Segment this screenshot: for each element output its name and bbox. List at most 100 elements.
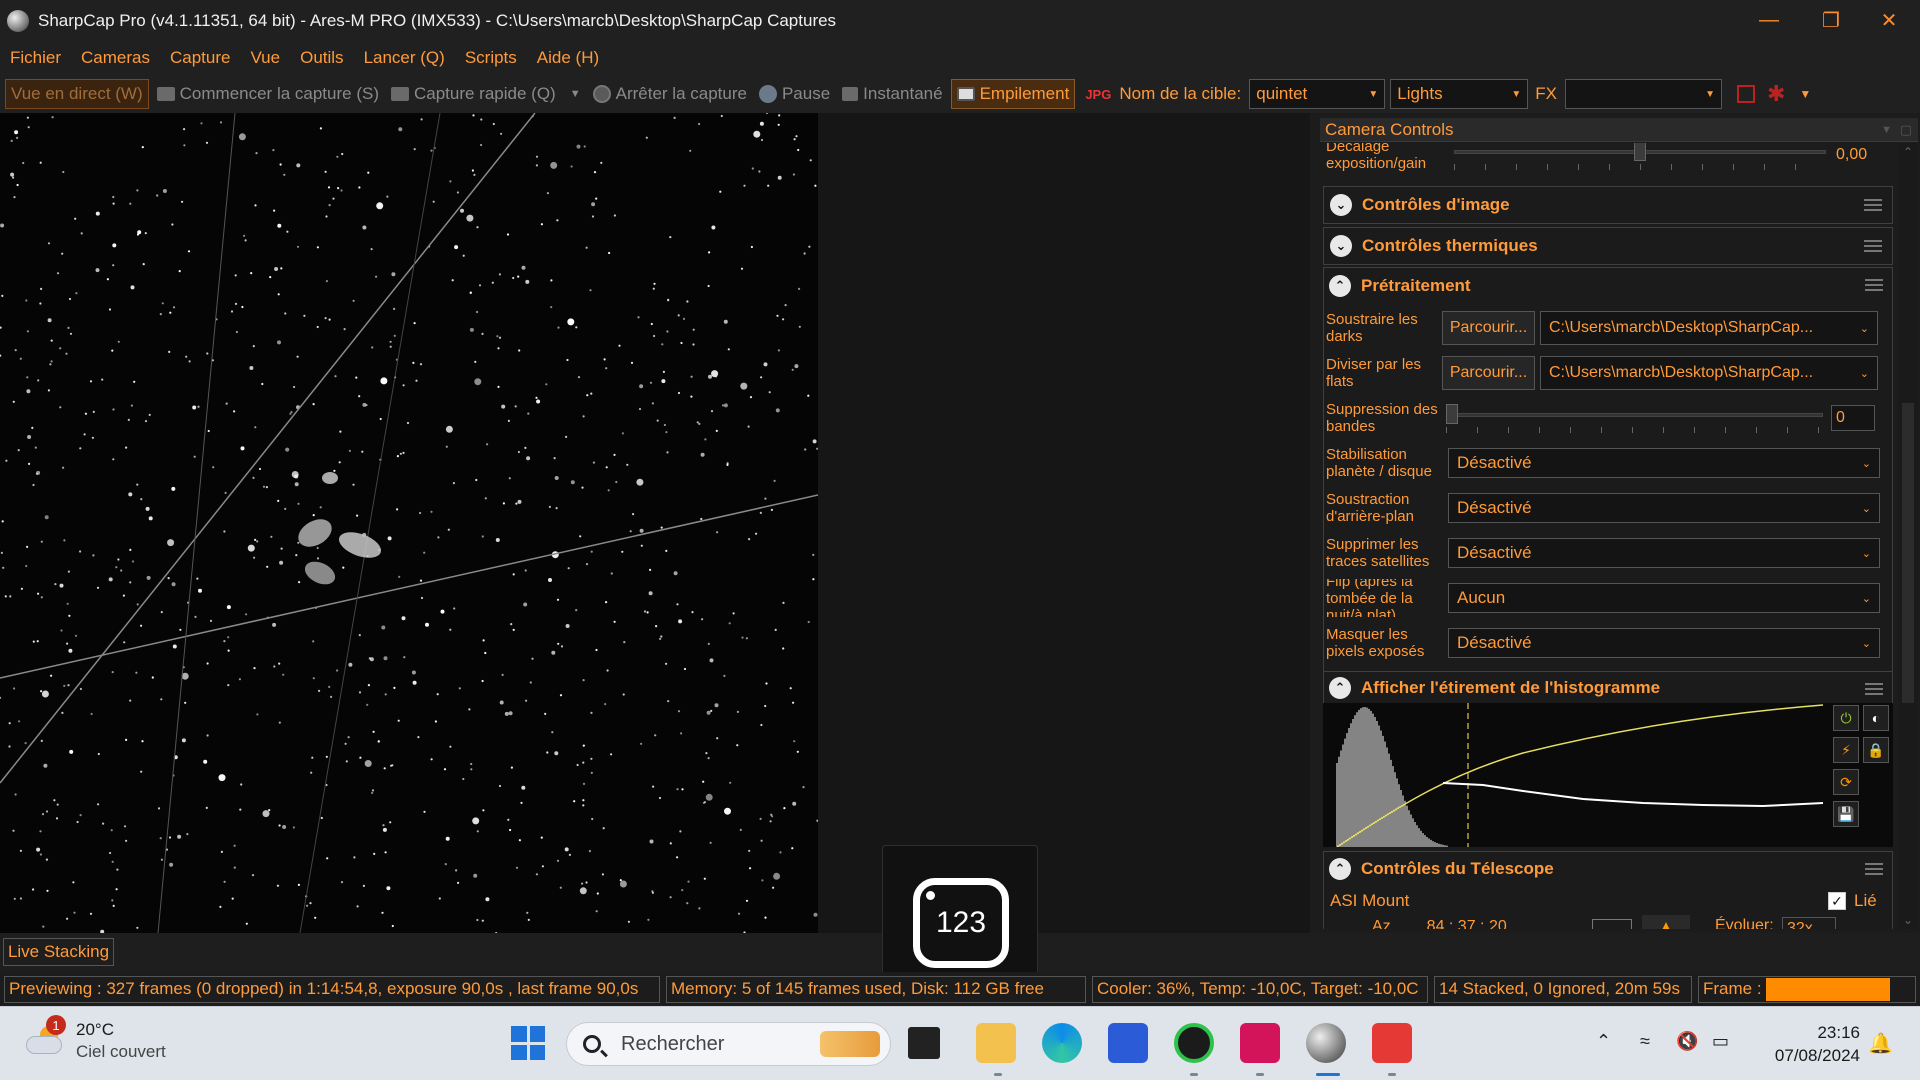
chevron-down-icon[interactable]: ▼: [1881, 124, 1892, 136]
speaker-muted-icon[interactable]: 🔇: [1676, 1031, 1698, 1052]
nudge-west-button[interactable]: [1592, 919, 1632, 929]
banding-value-input[interactable]: 0: [1831, 405, 1875, 431]
chevron-down-icon[interactable]: ⌄: [1330, 235, 1352, 257]
browse-darks-button[interactable]: Parcourir...: [1442, 311, 1535, 345]
stop-capture-button[interactable]: Arrêter la capture: [589, 79, 751, 109]
chevron-down-icon[interactable]: ⌄: [1330, 194, 1352, 216]
phd2-guiding-icon[interactable]: [1174, 1023, 1214, 1063]
crosshair-icon[interactable]: ✱: [1767, 81, 1785, 107]
quick-capture-button[interactable]: Capture rapide (Q) ▼: [387, 79, 585, 109]
snapshot-button[interactable]: Instantané: [838, 79, 946, 109]
battery-icon[interactable]: ▭: [1712, 1031, 1729, 1052]
banding-slider[interactable]: [1446, 403, 1823, 433]
start-capture-button[interactable]: Commencer la capture (S): [153, 79, 383, 109]
menu-cameras[interactable]: Cameras: [71, 48, 160, 68]
offset-value[interactable]: 0,00: [1836, 146, 1867, 164]
nudge-north-button[interactable]: ▲: [1642, 915, 1690, 929]
background-combo[interactable]: Désactivé ⌄: [1448, 493, 1880, 523]
section-image-controls[interactable]: ⌄ Contrôles d'image: [1323, 186, 1893, 224]
slider-thumb[interactable]: [1446, 404, 1458, 424]
menu-lancer[interactable]: Lancer (Q): [354, 48, 455, 68]
reticle-icon[interactable]: [1736, 85, 1755, 103]
task-view-icon[interactable]: [908, 1027, 940, 1059]
histogram-display[interactable]: ⏻ ◐ ⚡ 🔒 ⟳ 💾: [1323, 703, 1893, 848]
restore-button[interactable]: ❐: [1800, 0, 1862, 41]
darks-path-combo[interactable]: C:\Users\marcb\Desktop\SharpCap... ⌄: [1540, 311, 1878, 345]
stabilization-combo[interactable]: Désactivé ⌄: [1448, 448, 1880, 478]
linked-checkbox[interactable]: ✓: [1828, 892, 1846, 910]
fx-combo[interactable]: ▼: [1564, 79, 1722, 109]
flip-combo[interactable]: Aucun ⌄: [1448, 583, 1880, 613]
menu-scripts[interactable]: Scripts: [455, 48, 527, 68]
chevron-up-icon[interactable]: ⌃: [1329, 275, 1351, 297]
menu-icon[interactable]: [1865, 863, 1883, 875]
pin-icon[interactable]: ▢: [1900, 122, 1912, 138]
sharpcap-taskbar-icon[interactable]: [1306, 1023, 1346, 1063]
image-viewer[interactable]: 123: [0, 113, 1310, 1000]
star: [41, 690, 49, 698]
contrast-icon[interactable]: ◐: [1863, 705, 1889, 731]
controls-scrollbar[interactable]: ⌃ ⌄: [1898, 143, 1918, 929]
menu-vue[interactable]: Vue: [240, 48, 290, 68]
section-preprocessing[interactable]: ⌃ Prétraitement: [1323, 267, 1893, 305]
lightning-icon[interactable]: ⚡: [1833, 737, 1859, 763]
speed-combo[interactable]: 32x ⌄: [1782, 917, 1836, 929]
jpg-icon[interactable]: JPG: [1085, 87, 1111, 102]
section-thermal-controls[interactable]: ⌄ Contrôles thermiques: [1323, 227, 1893, 265]
file-explorer-icon[interactable]: [976, 1023, 1016, 1063]
close-button[interactable]: ✕: [1858, 0, 1920, 41]
minimize-button[interactable]: —: [1738, 0, 1800, 41]
scrollbar-thumb[interactable]: [1902, 403, 1914, 703]
live-view-button[interactable]: Vue en direct (W): [5, 79, 149, 109]
flats-path-combo[interactable]: C:\Users\marcb\Desktop\SharpCap... ⌄: [1540, 356, 1878, 390]
scroll-down-icon[interactable]: ⌄: [1903, 913, 1913, 927]
browse-flats-button[interactable]: Parcourir...: [1442, 356, 1535, 390]
save-icon[interactable]: 💾: [1833, 801, 1859, 827]
lock-icon[interactable]: 🔒: [1863, 737, 1889, 763]
image-app-icon[interactable]: [1240, 1023, 1280, 1063]
stacking-button[interactable]: Empilement: [950, 79, 1076, 109]
chevron-up-icon[interactable]: ⌃: [1329, 858, 1351, 880]
reset-icon[interactable]: ⟳: [1833, 769, 1859, 795]
chevron-up-icon[interactable]: ⌃: [1596, 1031, 1611, 1052]
pause-button[interactable]: Pause: [755, 79, 834, 109]
tab-live-stacking[interactable]: Live Stacking: [3, 938, 114, 966]
anydesk-icon[interactable]: [1372, 1023, 1412, 1063]
menu-outils[interactable]: Outils: [290, 48, 353, 68]
star: [341, 152, 344, 156]
satellite-combo[interactable]: Désactivé ⌄: [1448, 538, 1880, 568]
search-box[interactable]: Rechercher: [566, 1022, 891, 1066]
section-histogram[interactable]: ⌃ Afficher l'étirement de l'histogramme: [1323, 671, 1893, 705]
menu-icon[interactable]: [1865, 683, 1883, 695]
star: [42, 925, 45, 928]
menu-fichier[interactable]: Fichier: [0, 48, 71, 68]
speed-label: Évoluer:: [1715, 917, 1774, 929]
menu-icon[interactable]: [1864, 240, 1882, 252]
star: [760, 723, 763, 727]
clock[interactable]: 23:16 07/08/2024: [1760, 1021, 1860, 1067]
target-name-combo[interactable]: quintet ▼: [1249, 79, 1386, 109]
star: [775, 408, 780, 413]
section-telescope[interactable]: ⌃ Contrôles du Télescope: [1323, 851, 1893, 887]
menu-icon[interactable]: [1864, 199, 1882, 211]
controls-scroll-area[interactable]: Décalage exposition/gain 0,00 ⌄ Contrôle…: [1320, 143, 1906, 929]
windows-start-icon[interactable]: [508, 1023, 548, 1063]
mask-combo[interactable]: Désactivé ⌄: [1448, 628, 1880, 658]
scroll-up-icon[interactable]: ⌃: [1903, 145, 1913, 159]
menu-capture[interactable]: Capture: [160, 48, 240, 68]
notification-bell-icon[interactable]: 🔔: [1868, 1031, 1893, 1056]
store-icon[interactable]: [1108, 1023, 1148, 1063]
power-icon[interactable]: ⏻: [1833, 705, 1859, 731]
wifi-icon[interactable]: ≈: [1640, 1031, 1650, 1052]
offset-slider[interactable]: [1454, 143, 1826, 170]
chevron-down-icon[interactable]: ▼: [1799, 87, 1811, 101]
star: [55, 817, 59, 820]
chevron-down-icon[interactable]: ▼: [570, 88, 581, 100]
chevron-up-icon[interactable]: ⌃: [1329, 677, 1351, 699]
frame-type-combo[interactable]: Lights ▼: [1390, 79, 1529, 109]
menu-aide[interactable]: Aide (H): [527, 48, 609, 68]
star: [25, 564, 28, 568]
edge-browser-icon[interactable]: [1042, 1023, 1082, 1063]
menu-icon[interactable]: [1865, 279, 1883, 291]
slider-thumb[interactable]: [1634, 143, 1646, 161]
